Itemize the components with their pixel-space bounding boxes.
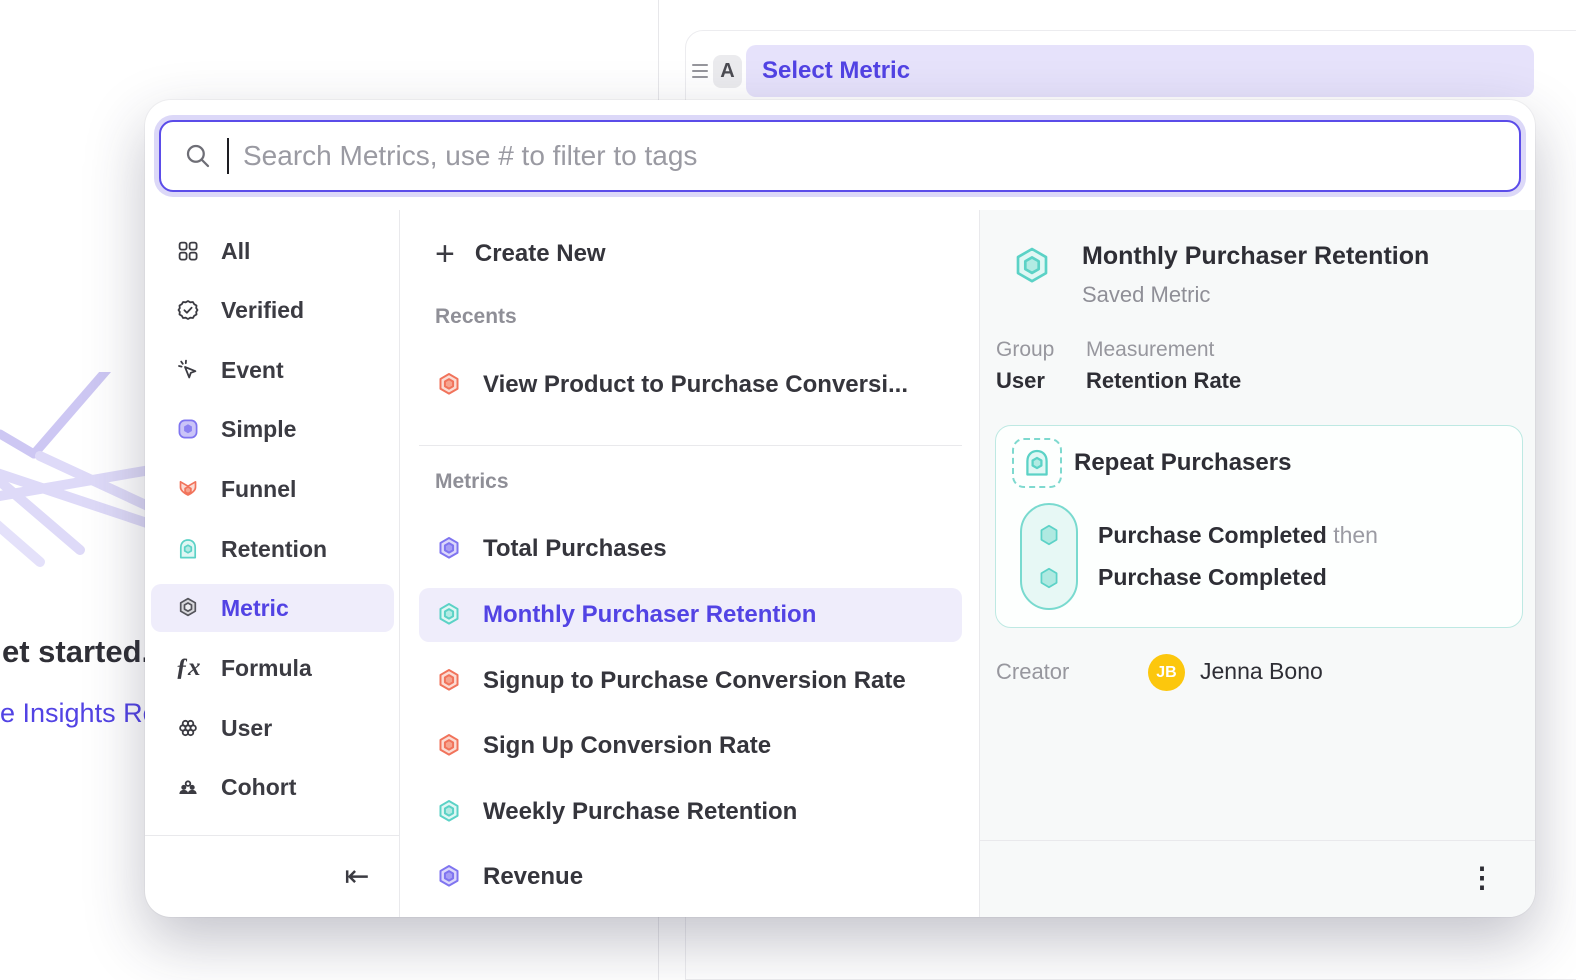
event-cursor-icon	[175, 357, 201, 383]
sidebar-item-label: Funnel	[221, 476, 296, 503]
collapse-sidebar-icon[interactable]: ⇤	[333, 852, 381, 900]
sidebar-item-label: Metric	[221, 595, 289, 622]
sidebar-item-label: Event	[221, 357, 284, 384]
kebab-menu-icon[interactable]: ⋮	[1459, 854, 1505, 900]
sidebar-item-label: Verified	[221, 297, 304, 324]
metric-hexagon-icon	[435, 732, 463, 760]
detail-footer-divider	[980, 840, 1535, 841]
sidebar-item-label: Cohort	[221, 774, 296, 801]
creator-name: Jenna Bono	[1200, 658, 1323, 685]
sidebar-item-simple[interactable]: Simple	[151, 405, 394, 453]
create-new-button[interactable]: + Create New	[425, 227, 962, 281]
step-hexagon-icon	[1036, 565, 1062, 591]
list-item-metric[interactable]: Sign Up Conversion Rate	[419, 719, 962, 773]
metric-hexagon-icon	[435, 798, 463, 826]
step-event-name: Purchase Completed	[1098, 564, 1327, 590]
simple-icon	[175, 416, 201, 442]
sidebar-item-funnel[interactable]: Funnel	[151, 465, 394, 513]
verified-badge-icon	[175, 297, 201, 323]
step-event-name: Purchase Completed	[1098, 522, 1327, 548]
funnel-steps-capsule	[1020, 503, 1078, 610]
list-item-metric-selected[interactable]: Monthly Purchaser Retention	[419, 588, 962, 642]
creator-label: Creator	[996, 659, 1069, 685]
sidebar-item-retention[interactable]: Retention	[151, 525, 394, 573]
sidebar-item-label: Formula	[221, 655, 312, 682]
definition-step-2: Purchase Completed	[1098, 564, 1327, 591]
sidebar-item-label: Retention	[221, 536, 327, 563]
definition-title: Repeat Purchasers	[1074, 449, 1291, 477]
retention-icon	[175, 536, 201, 562]
sidebar-footer-divider	[145, 835, 399, 836]
detail-title: Monthly Purchaser Retention	[1082, 242, 1429, 271]
sidebar-item-label: User	[221, 715, 272, 742]
results-list: + Create New Recents View Product to Pur…	[401, 210, 978, 917]
create-new-label: Create New	[475, 240, 606, 268]
select-metric-label: Select Metric	[762, 57, 910, 85]
measurement-label: Measurement	[1086, 338, 1214, 362]
drag-handle-icon[interactable]	[692, 60, 708, 82]
recents-section-label: Recents	[435, 305, 517, 333]
funnel-icon	[175, 476, 201, 502]
sidebar-item-label: Simple	[221, 416, 296, 443]
list-item-label: Monthly Purchaser Retention	[483, 601, 816, 629]
search-input[interactable]	[243, 140, 1519, 172]
sidebar-item-metric[interactable]: Metric	[151, 584, 394, 632]
detail-subtitle: Saved Metric	[1082, 282, 1210, 308]
search-icon	[183, 141, 213, 171]
user-cluster-icon	[175, 715, 201, 741]
definition-step-1: Purchase Completed then	[1098, 522, 1378, 549]
metrics-section-label: Metrics	[435, 470, 509, 498]
sidebar-item-cohort[interactable]: Cohort	[151, 763, 394, 811]
list-item-recent[interactable]: View Product to Purchase Conversi...	[419, 358, 962, 412]
filter-sidebar: All Verified Event	[145, 210, 400, 917]
sidebar-item-user[interactable]: User	[151, 704, 394, 752]
measurement-value: Retention Rate	[1086, 368, 1241, 394]
text-caret	[227, 138, 229, 174]
metric-hexagon-icon	[435, 371, 463, 399]
metric-hexagon-icon	[175, 595, 201, 621]
decorative-chart-lines	[0, 372, 150, 582]
list-item-label: View Product to Purchase Conversi...	[483, 371, 908, 399]
sidebar-item-verified[interactable]: Verified	[151, 286, 394, 334]
list-item-label: Sign Up Conversion Rate	[483, 732, 771, 760]
sidebar-item-formula[interactable]: ƒx Formula	[151, 644, 394, 692]
grid-icon	[175, 238, 201, 264]
sidebar-item-event[interactable]: Event	[151, 346, 394, 394]
list-item-label: Weekly Purchase Retention	[483, 798, 797, 826]
select-metric-button[interactable]: Select Metric	[746, 45, 1534, 97]
metric-hexagon-icon	[435, 535, 463, 563]
series-letter-badge: A	[713, 55, 742, 88]
avatar-initials: JB	[1156, 664, 1176, 682]
retention-dashed-icon	[1012, 438, 1062, 488]
list-item-label: Revenue	[483, 863, 583, 891]
metric-hexagon-icon	[435, 601, 463, 629]
metric-hexagon-icon	[435, 863, 463, 891]
search-box[interactable]	[159, 120, 1521, 192]
cohort-icon	[175, 774, 201, 800]
metric-detail-panel: Monthly Purchaser Retention Saved Metric…	[979, 210, 1535, 917]
avatar: JB	[1148, 654, 1185, 691]
list-item-metric[interactable]: Weekly Purchase Retention	[419, 785, 962, 839]
list-item-metric[interactable]: Revenue	[419, 850, 962, 904]
metric-hexagon-icon	[435, 667, 463, 695]
plus-icon: +	[435, 241, 455, 267]
background-link-fragment[interactable]: e Insights Re	[0, 698, 150, 729]
metric-selector-modal: All Verified Event	[145, 100, 1535, 917]
step-connector: then	[1333, 522, 1378, 548]
sidebar-item-all[interactable]: All	[151, 227, 394, 275]
modal-content: All Verified Event	[145, 210, 1535, 917]
list-item-metric[interactable]: Signup to Purchase Conversion Rate	[419, 654, 962, 708]
group-value: User	[996, 368, 1045, 394]
definition-card: Repeat Purchasers Purchase Completed the…	[995, 425, 1523, 628]
step-hexagon-icon	[1036, 522, 1062, 548]
sidebar-item-label: All	[221, 238, 250, 265]
formula-icon: ƒx	[175, 655, 201, 681]
background-heading-fragment: et started.	[2, 634, 150, 670]
metric-hexagon-icon-large	[1009, 244, 1055, 290]
list-item-label: Total Purchases	[483, 535, 667, 563]
list-item-label: Signup to Purchase Conversion Rate	[483, 667, 906, 695]
list-item-metric[interactable]: Total Purchases	[419, 522, 962, 576]
list-section-divider	[419, 445, 962, 446]
group-label: Group	[996, 338, 1054, 362]
